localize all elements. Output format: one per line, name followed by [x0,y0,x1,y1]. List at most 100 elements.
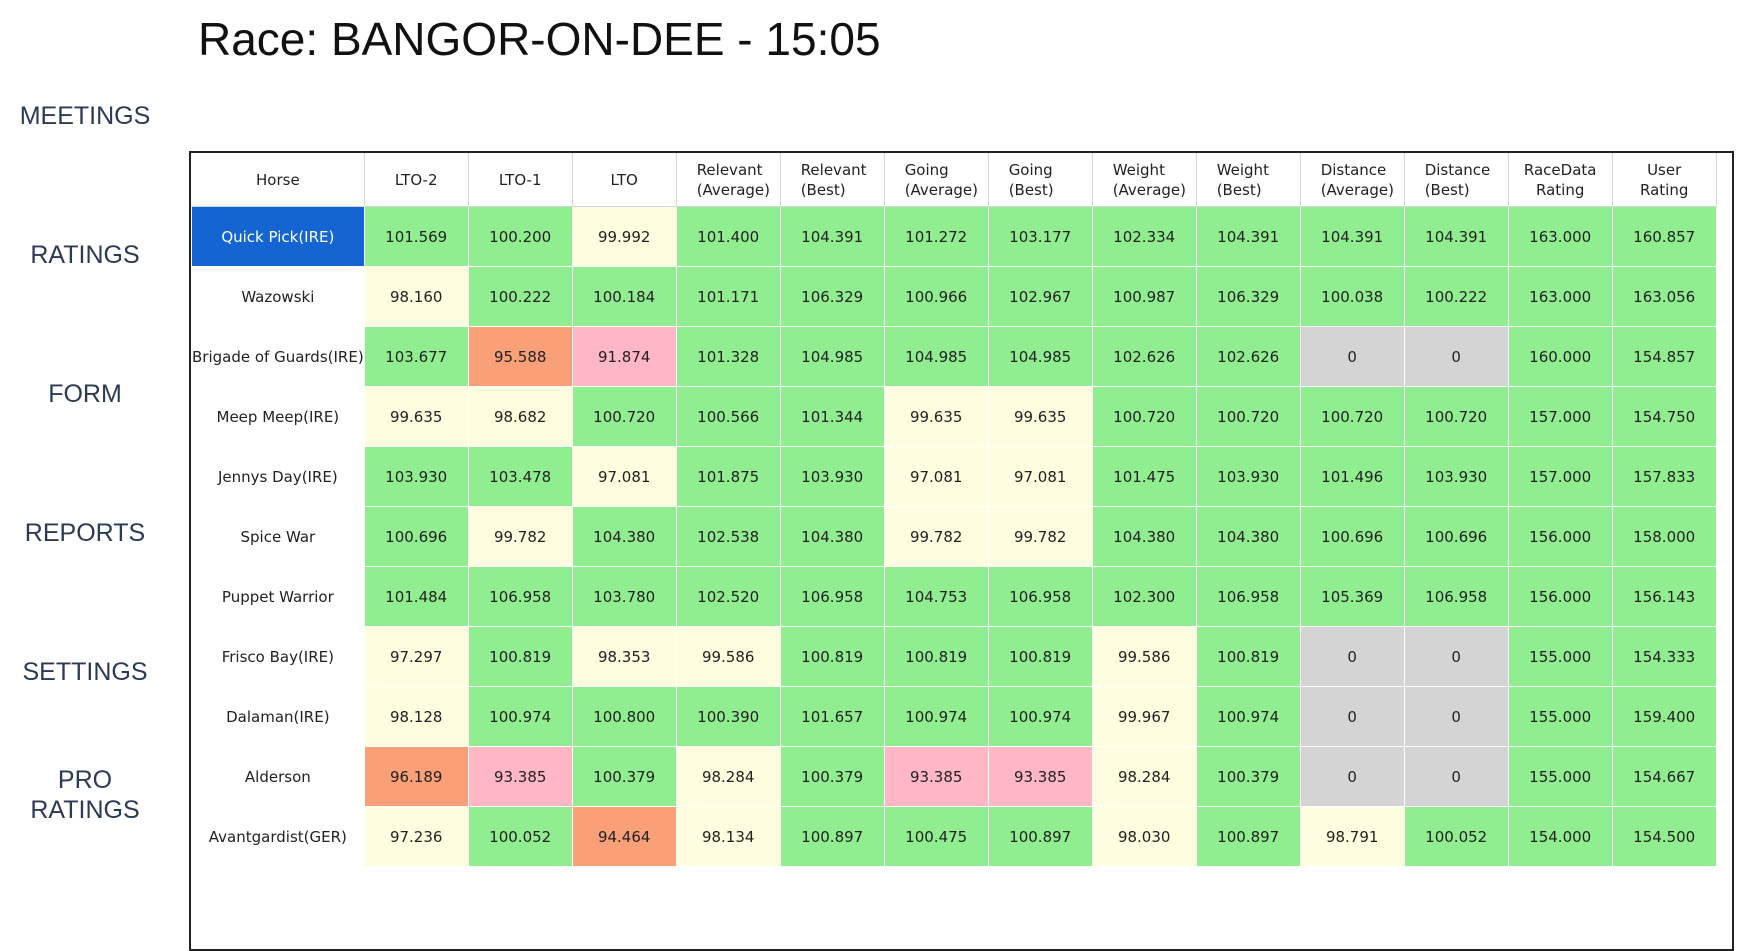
rating-cell[interactable]: 100.974 [467,686,573,747]
rating-cell[interactable]: 100.052 [467,806,573,867]
rating-cell[interactable]: 106.958 [467,566,573,627]
rating-cell[interactable]: 105.369 [1299,566,1405,627]
rating-cell[interactable]: 100.800 [571,686,677,747]
table-row[interactable]: Dalaman(IRE) 98.128 100.974 100.800 100.390 1… [191,686,1717,747]
rating-cell[interactable]: 98.134 [675,806,781,867]
column-header[interactable]: Weight (Best) [1195,153,1301,207]
rating-cell[interactable]: 155.000 [1507,746,1613,807]
rating-cell[interactable]: 100.819 [987,626,1093,687]
rating-cell[interactable]: 154.333 [1611,626,1717,687]
rating-cell[interactable]: 100.897 [987,806,1093,867]
rating-cell[interactable]: 0 [1403,626,1509,687]
rating-cell[interactable]: 100.222 [1403,266,1509,327]
rating-cell[interactable]: 100.720 [1299,386,1405,447]
rating-cell[interactable]: 103.930 [779,446,885,507]
column-header[interactable]: Distance (Average) [1299,153,1405,207]
rating-cell[interactable]: 100.897 [1195,806,1301,867]
rating-cell[interactable]: 103.478 [467,446,573,507]
rating-cell[interactable]: 100.987 [1091,266,1197,327]
table-row[interactable]: Wazowski 98.160 100.222 100.184 101.171 106.3… [191,266,1717,327]
rating-cell[interactable]: 102.967 [987,266,1093,327]
horse-name-cell[interactable]: Alderson [191,746,365,807]
rating-cell[interactable]: 163.000 [1507,206,1613,267]
table-row[interactable]: Avantgardist(GER) 97.236 100.052 94.464 98.1… [191,806,1717,867]
rating-cell[interactable]: 106.958 [1195,566,1301,627]
table-row[interactable]: Quick Pick(IRE) 101.569 100.200 99.992 101.4… [191,206,1717,267]
table-row[interactable]: Meep Meep(IRE) 99.635 98.682 100.720 100.566… [191,386,1717,447]
rating-cell[interactable]: 100.696 [363,506,469,567]
rating-cell[interactable]: 100.974 [883,686,989,747]
rating-cell[interactable]: 101.875 [675,446,781,507]
column-header[interactable]: Going (Best) [987,153,1093,207]
rating-cell[interactable]: 102.626 [1195,326,1301,387]
rating-cell[interactable]: 0 [1299,746,1405,807]
rating-cell[interactable]: 155.000 [1507,626,1613,687]
rating-cell[interactable]: 157.000 [1507,446,1613,507]
rating-cell[interactable]: 104.380 [1091,506,1197,567]
rating-cell[interactable]: 104.985 [779,326,885,387]
rating-cell[interactable]: 100.475 [883,806,989,867]
column-header[interactable]: RaceData Rating [1507,153,1613,207]
nav-ratings[interactable]: RATINGS [0,240,170,270]
column-header[interactable]: Relevant (Average) [675,153,781,207]
rating-cell[interactable]: 102.520 [675,566,781,627]
rating-cell[interactable]: 101.475 [1091,446,1197,507]
rating-cell[interactable]: 0 [1403,686,1509,747]
rating-cell[interactable]: 100.720 [1091,386,1197,447]
table-row[interactable]: Brigade of Guards(IRE) 103.677 95.588 91.87… [191,326,1717,387]
rating-cell[interactable]: 104.985 [987,326,1093,387]
horse-name-cell[interactable]: Spice War [191,506,365,567]
rating-cell[interactable]: 91.874 [571,326,677,387]
rating-cell[interactable]: 97.236 [363,806,469,867]
rating-cell[interactable]: 101.657 [779,686,885,747]
rating-cell[interactable]: 100.720 [1195,386,1301,447]
rating-cell[interactable]: 154.857 [1611,326,1717,387]
rating-cell[interactable]: 155.000 [1507,686,1613,747]
rating-cell[interactable]: 95.588 [467,326,573,387]
rating-cell[interactable]: 154.000 [1507,806,1613,867]
rating-cell[interactable]: 102.300 [1091,566,1197,627]
rating-cell[interactable]: 104.985 [883,326,989,387]
rating-cell[interactable]: 100.566 [675,386,781,447]
rating-cell[interactable]: 103.930 [1403,446,1509,507]
column-header[interactable]: LTO-1 [467,153,573,207]
rating-cell[interactable]: 106.958 [779,566,885,627]
rating-cell[interactable]: 0 [1299,626,1405,687]
rating-cell[interactable]: 163.056 [1611,266,1717,327]
rating-cell[interactable]: 99.992 [571,206,677,267]
rating-cell[interactable]: 100.974 [987,686,1093,747]
rating-cell[interactable]: 97.081 [571,446,677,507]
horse-name-cell[interactable]: Avantgardist(GER) [191,806,365,867]
rating-cell[interactable]: 100.390 [675,686,781,747]
nav-pro-ratings[interactable]: PRO RATINGS [0,765,170,825]
rating-cell[interactable]: 106.958 [987,566,1093,627]
column-header[interactable]: Distance (Best) [1403,153,1509,207]
table-row[interactable]: Jennys Day(IRE) 103.930 103.478 97.081 101.8… [191,446,1717,507]
rating-cell[interactable]: 97.081 [883,446,989,507]
rating-cell[interactable]: 106.329 [779,266,885,327]
rating-cell[interactable]: 158.000 [1611,506,1717,567]
rating-cell[interactable]: 101.328 [675,326,781,387]
rating-cell[interactable]: 104.380 [1195,506,1301,567]
rating-cell[interactable]: 159.400 [1611,686,1717,747]
column-header-horse[interactable]: Horse [191,153,365,207]
nav-settings[interactable]: SETTINGS [0,657,170,687]
rating-cell[interactable]: 99.635 [883,386,989,447]
rating-cell[interactable]: 106.329 [1195,266,1301,327]
rating-cell[interactable]: 100.379 [1195,746,1301,807]
horse-name-cell[interactable]: Brigade of Guards(IRE) [191,326,365,387]
rating-cell[interactable]: 104.391 [1299,206,1405,267]
rating-cell[interactable]: 156.143 [1611,566,1717,627]
rating-cell[interactable]: 100.200 [467,206,573,267]
rating-cell[interactable]: 103.930 [1195,446,1301,507]
column-header[interactable]: LTO [571,153,677,207]
horse-name-cell[interactable]: Quick Pick(IRE) [191,206,365,267]
rating-cell[interactable]: 156.000 [1507,566,1613,627]
rating-cell[interactable]: 99.967 [1091,686,1197,747]
rating-cell[interactable]: 100.379 [779,746,885,807]
rating-cell[interactable]: 101.272 [883,206,989,267]
rating-cell[interactable]: 100.966 [883,266,989,327]
table-row[interactable]: Alderson 96.189 93.385 100.379 98.284 100.379… [191,746,1717,807]
rating-cell[interactable]: 100.819 [1195,626,1301,687]
rating-cell[interactable]: 100.819 [883,626,989,687]
